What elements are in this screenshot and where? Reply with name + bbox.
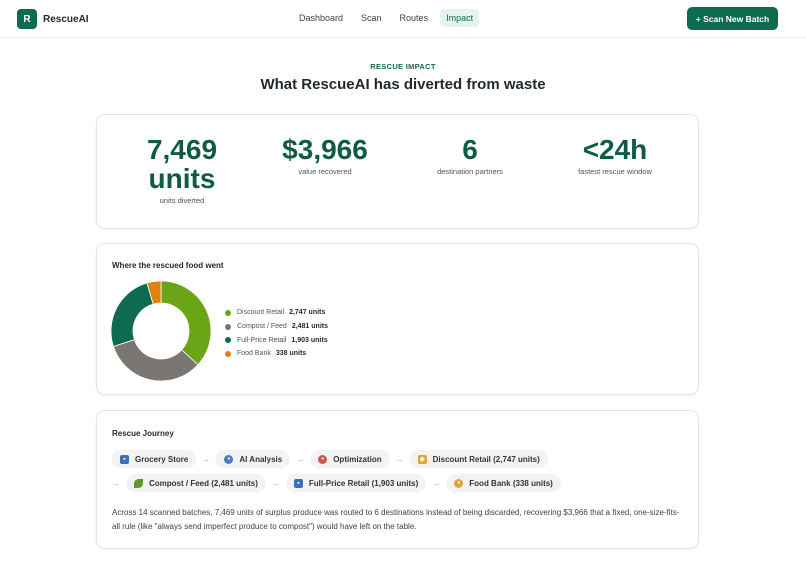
- journey-step-optimization[interactable]: • Optimization: [310, 450, 390, 468]
- legend-name: Discount Retail: [237, 309, 285, 317]
- legend-swatch: [225, 337, 231, 344]
- journey-step-label: Food Bank (338 units): [469, 478, 553, 488]
- stat-units-diverted: 7,469 units units diverted: [107, 135, 257, 205]
- section-eyebrow: RESCUE IMPACT: [370, 62, 436, 71]
- arrow-right-icon: →: [395, 454, 404, 464]
- legend-name: Full-Price Retail: [237, 336, 287, 344]
- stat-value: 6: [462, 134, 478, 165]
- stat-label: units diverted: [159, 196, 205, 205]
- journey-step-food-bank[interactable]: • Food Bank (338 units): [446, 474, 561, 492]
- journey-row-2: → Compost / Feed (2,481 units) → ▪ Full-…: [112, 474, 561, 492]
- donut-slice-discount-retail[interactable]: [160, 281, 211, 366]
- distribution-card: Where the rescued food went Discount Ret…: [96, 243, 699, 395]
- rescue-journey-card: Rescue Journey ▪ Grocery Store → • AI An…: [96, 410, 699, 549]
- seedling-icon: [134, 478, 143, 488]
- legend-value: 2,481 units: [291, 323, 328, 331]
- stat-destination-partners: 6 destination partners: [395, 135, 545, 176]
- legend-item-discount-retail: Discount Retail 2,747 units: [225, 306, 328, 320]
- handshake-icon: •: [454, 478, 464, 488]
- stat-label: fastest rescue window: [578, 167, 652, 176]
- legend-value: 1,903 units: [291, 336, 328, 344]
- top-header: R RescueAI Dashboard Scan Routes Impact …: [0, 0, 806, 38]
- journey-step-label: Discount Retail (2,747 units): [432, 454, 540, 464]
- legend-item-full-price-retail: Full-Price Retail 1,903 units: [225, 333, 328, 347]
- journey-step-label: Optimization: [333, 454, 382, 464]
- app-logo[interactable]: R RescueAI: [17, 9, 89, 29]
- donut-chart: [111, 281, 211, 381]
- tag-icon: ◆: [417, 454, 427, 464]
- legend-swatch: [225, 350, 231, 357]
- scan-new-batch-button[interactable]: + Scan New Batch: [687, 7, 778, 30]
- journey-step-discount-retail[interactable]: ◆ Discount Retail (2,747 units): [409, 450, 548, 468]
- legend-item-food-bank: Food Bank 338 units: [225, 347, 328, 361]
- journey-step-ai-analysis[interactable]: • AI Analysis: [216, 450, 291, 468]
- stat-rescue-window: <24h fastest rescue window: [540, 135, 690, 176]
- arrow-right-icon: →: [202, 454, 211, 464]
- app-name: RescueAI: [43, 13, 89, 25]
- legend-name: Food Bank: [237, 350, 271, 358]
- journey-row-1: ▪ Grocery Store → • AI Analysis → • Opti…: [112, 450, 548, 468]
- stat-value-recovered: $3,966 value recovered: [250, 135, 400, 176]
- nav-scan[interactable]: Scan: [355, 9, 388, 27]
- impact-stats-card: 7,469 units units diverted $3,966 value …: [96, 114, 699, 229]
- main-nav: Dashboard Scan Routes Impact: [293, 9, 480, 27]
- arrow-right-icon: →: [432, 478, 441, 488]
- legend-value: 2,747 units: [289, 309, 326, 317]
- arrow-right-icon: →: [296, 454, 305, 464]
- nav-routes[interactable]: Routes: [394, 9, 435, 27]
- stat-value: $3,966: [282, 134, 368, 165]
- arrow-right-icon: →: [271, 478, 280, 488]
- logo-mark-icon: R: [17, 9, 37, 29]
- journey-step-full-price-retail[interactable]: ▪ Full-Price Retail (1,903 units): [285, 474, 427, 492]
- legend-swatch: [225, 309, 231, 316]
- donut-slice-full-price-retail[interactable]: [111, 282, 154, 347]
- stat-value-unit: units: [148, 163, 216, 194]
- journey-title: Rescue Journey: [112, 429, 174, 438]
- journey-step-label: Grocery Store: [135, 454, 189, 464]
- nav-impact[interactable]: Impact: [440, 9, 480, 27]
- stat-label: destination partners: [437, 167, 503, 176]
- distribution-title: Where the rescued food went: [112, 261, 224, 270]
- legend-swatch: [225, 323, 231, 330]
- target-icon: •: [318, 454, 328, 464]
- journey-step-label: AI Analysis: [239, 454, 283, 464]
- journey-step-label: Compost / Feed (2,481 units): [149, 478, 258, 488]
- magnifier-icon: •: [224, 454, 234, 464]
- stat-value: 7,469: [146, 134, 218, 165]
- store-icon: ▪: [293, 478, 303, 488]
- legend-value: 338 units: [275, 350, 307, 358]
- stat-label: value recovered: [298, 167, 352, 176]
- chart-legend: Discount Retail 2,747 units Compost / Fe…: [225, 306, 328, 361]
- stat-value: <24h: [582, 134, 648, 165]
- journey-step-label: Full-Price Retail (1,903 units): [308, 478, 419, 488]
- arrow-right-icon: →: [112, 478, 120, 488]
- legend-item-compost-feed: Compost / Feed 2,481 units: [225, 320, 328, 334]
- page-title: What RescueAI has diverted from waste: [260, 76, 546, 93]
- journey-step-compost-feed[interactable]: Compost / Feed (2,481 units): [126, 474, 266, 492]
- journey-step-grocery-store[interactable]: ▪ Grocery Store: [112, 450, 197, 468]
- nav-dashboard[interactable]: Dashboard: [293, 9, 349, 27]
- store-icon: ▪: [120, 454, 129, 464]
- legend-name: Compost / Feed: [237, 323, 287, 331]
- journey-summary: Across 14 scanned batches, 7,469 units o…: [112, 508, 680, 531]
